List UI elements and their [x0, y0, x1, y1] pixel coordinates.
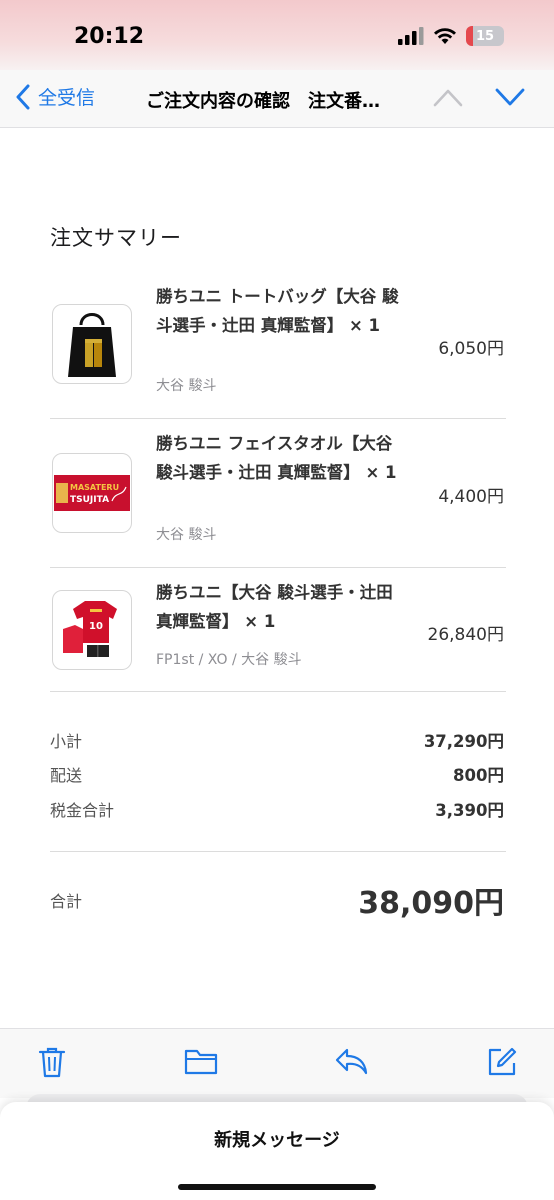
- folder-icon: [184, 1049, 218, 1075]
- summary-row-tax: 税金合計 3,390円: [50, 797, 504, 821]
- new-message-title: 新規メッセージ: [214, 1130, 340, 1151]
- status-time: 20:12: [74, 24, 145, 49]
- item-name: 勝ちユニ トートバッグ【大谷 駿斗選手・辻田 真輝監督】 × 1: [156, 287, 399, 335]
- tote-bag-image: [68, 313, 116, 377]
- home-indicator[interactable]: [178, 1184, 376, 1190]
- new-message-sheet[interactable]: 新規メッセージ: [0, 1102, 554, 1200]
- item-name: 勝ちユニ【大谷 駿斗選手・辻田 真輝監督】 × 1: [156, 583, 393, 631]
- reply-button[interactable]: [334, 1046, 368, 1080]
- compose-icon: [488, 1047, 517, 1076]
- previous-message-button[interactable]: [432, 86, 464, 112]
- summary-value: 800円: [453, 766, 504, 785]
- item-name: 勝ちユニ フェイスタオル【大谷 駿斗選手・辻田 真輝監督】 × 1: [156, 434, 397, 482]
- mail-toolbar: [0, 1028, 554, 1098]
- nav-title: ご注文内容の確認 注文番…: [146, 91, 380, 112]
- message-body[interactable]: 注文サマリー 勝ちユニ トートバッグ【大谷 駿斗選手・辻田 真輝監督】 × 1 …: [0, 128, 554, 1028]
- summary-row-shipping: 配送 800円: [50, 762, 504, 786]
- product-thumbnail-face-towel: MASATERU TSUJITA: [52, 453, 132, 533]
- battery-level: 15: [475, 28, 495, 44]
- svg-text:10: 10: [89, 621, 103, 632]
- uniform-image: 10: [63, 601, 117, 657]
- item-variant: 大谷 駿斗: [156, 378, 217, 394]
- order-item: MASATERU TSUJITA 勝ちユニ フェイスタオル【大谷 駿斗選手・辻田…: [50, 419, 506, 568]
- total-label: 合計: [50, 892, 83, 911]
- reply-icon: [335, 1048, 368, 1075]
- trash-icon: [38, 1047, 66, 1078]
- status-icons: 15: [398, 26, 504, 46]
- battery-indicator: 15: [466, 26, 504, 46]
- move-to-folder-button[interactable]: [184, 1046, 218, 1080]
- order-summary-title: 注文サマリー: [50, 226, 182, 250]
- status-bar: 20:12 15: [0, 0, 554, 78]
- summary-label: 税金合計: [50, 801, 115, 820]
- item-variant: 大谷 駿斗: [156, 527, 217, 543]
- product-thumbnail-tote-bag: [52, 304, 132, 384]
- summary-divider: [50, 851, 506, 852]
- delete-button[interactable]: [38, 1046, 66, 1082]
- compose-button[interactable]: [486, 1046, 518, 1082]
- chevron-down-icon: [495, 88, 525, 106]
- summary-label: 配送: [50, 766, 83, 785]
- total-value: 38,090円: [358, 886, 504, 921]
- summary-value: 3,390円: [435, 801, 504, 820]
- towel-print-line-1: MASATERU: [70, 483, 119, 492]
- cellular-signal-icon: [398, 27, 424, 45]
- chevron-up-icon: [433, 89, 463, 107]
- item-variant: FP1st / XO / 大谷 駿斗: [156, 652, 302, 668]
- face-towel-image: MASATERU TSUJITA: [54, 475, 130, 511]
- product-thumbnail-uniform: 10: [52, 590, 132, 670]
- summary-label: 小計: [50, 732, 83, 751]
- item-price: 26,840円: [427, 625, 504, 645]
- order-item: 勝ちユニ トートバッグ【大谷 駿斗選手・辻田 真輝監督】 × 1 大谷 駿斗 6…: [50, 272, 506, 419]
- back-label: 全受信: [38, 87, 96, 109]
- item-price: 4,400円: [438, 487, 504, 507]
- wifi-icon: [434, 28, 456, 44]
- chevron-left-icon: [16, 84, 30, 109]
- item-price: 6,050円: [438, 339, 504, 359]
- nav-bar: 全受信 ご注文内容の確認 注文番…: [0, 70, 554, 128]
- back-button[interactable]: 全受信: [16, 83, 95, 110]
- summary-value: 37,290円: [423, 732, 504, 751]
- next-message-button[interactable]: [494, 86, 526, 112]
- summary-row-subtotal: 小計 37,290円: [50, 728, 504, 752]
- order-item: 10 勝ちユニ【大谷 駿斗選手・辻田 真輝監督】 × 1 FP1st / XO …: [50, 568, 506, 692]
- towel-print-line-2: TSUJITA: [70, 495, 109, 505]
